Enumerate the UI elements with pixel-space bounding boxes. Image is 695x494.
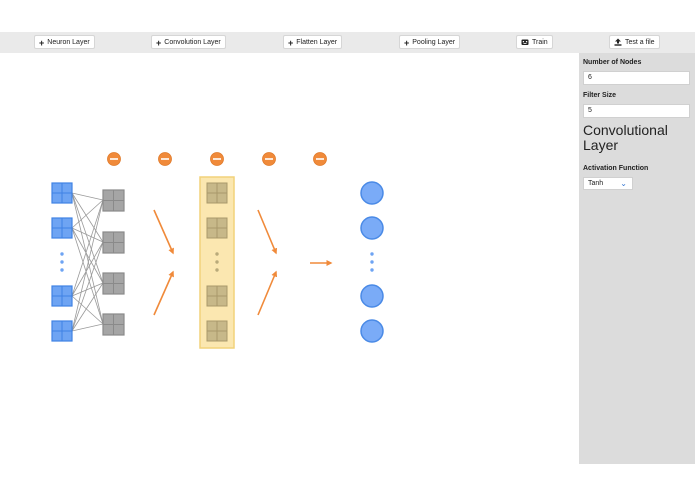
- input-node: [51, 320, 73, 342]
- train-label: Train: [532, 39, 548, 46]
- remove-layer-button-3[interactable]: [210, 152, 224, 166]
- conv-node: [206, 217, 228, 239]
- minus-circle-icon: [161, 158, 169, 160]
- pooling-layer-label: Pooling Layer: [412, 39, 456, 46]
- remove-layer-button-5[interactable]: [313, 152, 327, 166]
- plus-icon: +: [39, 38, 45, 48]
- test-file-button[interactable]: Test a file: [609, 35, 660, 49]
- activation-label: Activation Function: [583, 165, 649, 172]
- input-ellipsis: [60, 252, 64, 272]
- conv-node: [206, 320, 228, 342]
- neuron-layer-label: Neuron Layer: [47, 39, 90, 46]
- upload-icon: [614, 38, 622, 46]
- output-ellipsis: [370, 252, 374, 272]
- network-canvas[interactable]: [0, 53, 579, 464]
- hidden-node: [102, 272, 125, 295]
- add-convolution-layer-button[interactable]: + Convolution Layer: [151, 35, 226, 49]
- minus-circle-icon: [213, 158, 221, 160]
- minus-circle-icon: [110, 158, 118, 160]
- output-layer[interactable]: [360, 181, 384, 343]
- filter-size-label: Filter Size: [583, 92, 617, 99]
- minus-circle-icon: [265, 158, 273, 160]
- arrow: [257, 209, 278, 255]
- hidden-layer[interactable]: [102, 189, 125, 336]
- input-node: [51, 182, 73, 204]
- add-neuron-layer-button[interactable]: + Neuron Layer: [34, 35, 95, 49]
- activation-value: Tanh: [588, 180, 604, 187]
- input-node: [51, 285, 73, 307]
- layer-title: Convolutional Layer: [583, 122, 668, 153]
- conv-node: [206, 182, 228, 204]
- filter-size-input[interactable]: 5: [583, 104, 690, 118]
- hidden-node: [102, 231, 125, 254]
- output-node: [360, 181, 384, 205]
- arrow: [153, 209, 174, 255]
- input-node: [51, 217, 73, 239]
- remove-layer-button-4[interactable]: [262, 152, 276, 166]
- conv-ellipsis: [215, 252, 219, 272]
- hidden-node: [102, 313, 125, 336]
- output-node: [360, 319, 384, 343]
- add-flatten-layer-button[interactable]: + Flatten Layer: [283, 35, 343, 49]
- convolution-layer-label: Convolution Layer: [164, 39, 221, 46]
- arrow: [257, 270, 278, 316]
- network-diagram: [51, 152, 384, 349]
- minus-circle-icon: [316, 158, 324, 160]
- remove-layer-button-2[interactable]: [158, 152, 172, 166]
- output-node: [360, 284, 384, 308]
- plus-icon: +: [156, 38, 162, 48]
- convolution-layer-selected[interactable]: [199, 176, 235, 349]
- plus-icon: +: [288, 38, 294, 48]
- train-button[interactable]: Train: [516, 35, 553, 49]
- output-node: [360, 216, 384, 240]
- add-pooling-layer-button[interactable]: + Pooling Layer: [399, 35, 461, 49]
- arrow: [153, 270, 174, 316]
- toolbar: + Neuron Layer + Convolution Layer + Flatte…: [0, 32, 695, 53]
- connection-lines: [71, 192, 104, 332]
- test-file-label: Test a file: [625, 39, 655, 46]
- activation-select[interactable]: Tanh ⌄: [583, 177, 633, 190]
- bottom-blank-area: [0, 464, 695, 494]
- conv-node: [206, 285, 228, 307]
- hidden-node: [102, 189, 125, 212]
- input-layer[interactable]: [51, 182, 73, 342]
- robot-icon: [521, 39, 529, 46]
- nodes-label: Number of Nodes: [583, 59, 642, 66]
- plus-icon: +: [404, 38, 410, 48]
- remove-layer-button-1[interactable]: [107, 152, 121, 166]
- nodes-input[interactable]: 6: [583, 71, 690, 85]
- flatten-layer-label: Flatten Layer: [296, 39, 338, 46]
- chevron-down-icon: ⌄: [620, 179, 627, 188]
- top-blank-area: [0, 0, 695, 32]
- properties-panel: Number of Nodes 6 Filter Size 5 Convolut…: [579, 53, 695, 464]
